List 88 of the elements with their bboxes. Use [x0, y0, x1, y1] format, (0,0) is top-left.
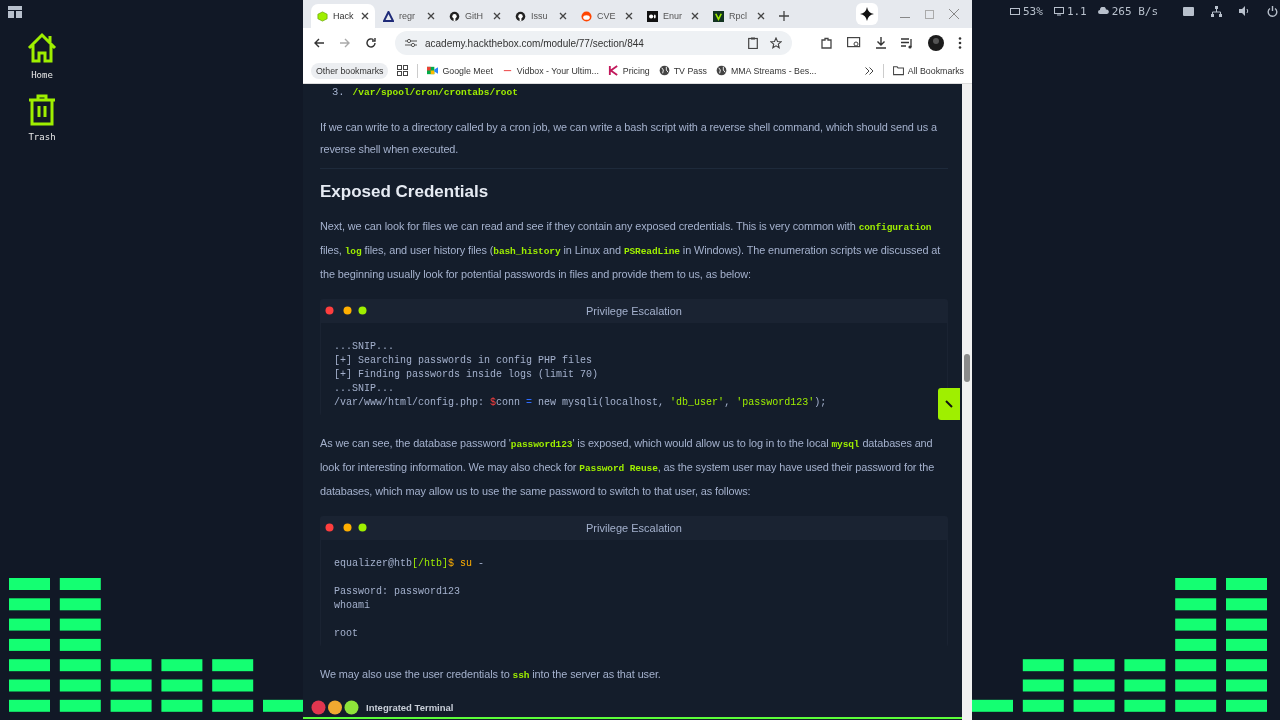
round-logo-icon	[581, 10, 592, 22]
globe-icon[interactable]	[658, 65, 670, 76]
video-camera-icon[interactable]	[427, 65, 439, 76]
close-icon[interactable]	[427, 12, 435, 20]
triangle-icon	[383, 10, 394, 22]
monitor-icon	[1053, 6, 1064, 16]
clipboard-icon[interactable]	[748, 37, 758, 49]
side-toggle[interactable]	[938, 388, 960, 420]
power-icon[interactable]	[1267, 5, 1279, 17]
paragraph: We may also use the user credentials to ssh into the server as that user.	[320, 667, 662, 683]
folder-icon[interactable]	[892, 65, 904, 76]
reload-icon[interactable]	[365, 37, 377, 49]
browser-tab[interactable]: Hack	[311, 4, 375, 28]
cube-icon	[317, 10, 328, 22]
bookmark[interactable]: Vidbox - Your Ultim...	[516, 65, 599, 76]
bookmark[interactable]: TV Pass	[673, 65, 707, 76]
desktop-icon-label[interactable]: Trash	[28, 132, 56, 142]
bookmark[interactable]: Google Meet	[442, 65, 493, 76]
trash-icon[interactable]	[26, 94, 58, 126]
terminal-bar[interactable]: Integrated Terminal	[303, 697, 962, 719]
site-settings-icon[interactable]	[405, 38, 417, 48]
network-icon[interactable]	[1211, 5, 1223, 17]
code-line: Password: password123	[334, 586, 461, 597]
browser-tab[interactable]: CVE	[575, 4, 639, 28]
code-line: [+] Finding passwords inside logs (limit 70)	[334, 369, 599, 380]
browser-tab[interactable]: Enur	[641, 4, 705, 28]
battery-status: 53%	[1023, 4, 1043, 18]
avatar-icon[interactable]	[928, 35, 944, 51]
home-icon[interactable]	[26, 32, 58, 64]
star-icon[interactable]	[770, 37, 782, 49]
close-icon[interactable]	[559, 12, 567, 20]
apps-icon[interactable]	[397, 65, 409, 76]
cat-logo-icon	[515, 10, 526, 22]
chevron-icon[interactable]	[864, 66, 874, 75]
code-line: [+] Searching passwords in config PHP files	[334, 355, 593, 366]
code-block-title: Privilege Escalation	[586, 522, 682, 534]
close-icon[interactable]	[493, 12, 501, 20]
window-dots-icon	[311, 699, 359, 715]
browser-tab[interactable]: regr	[377, 4, 441, 28]
more-icon[interactable]	[958, 37, 962, 49]
square-logo-icon	[713, 10, 724, 22]
media-icon[interactable]	[901, 37, 914, 49]
scrollbar[interactable]	[962, 84, 972, 720]
back-icon[interactable]	[313, 37, 325, 49]
code-line: equalizer@htb[/htb]$ su -	[334, 558, 485, 569]
close-icon[interactable]	[625, 12, 633, 20]
new-tab-icon[interactable]	[779, 11, 789, 21]
screen-search-icon[interactable]	[847, 37, 861, 49]
load-status: 1.1	[1066, 4, 1087, 18]
browser-tab[interactable]: Rpcl	[707, 4, 771, 28]
cat-logo-icon	[449, 10, 460, 22]
browser-tab[interactable]: GitH	[443, 4, 507, 28]
window-dots-icon	[325, 306, 367, 315]
code-block-title: Privilege Escalation	[586, 305, 682, 317]
network-status: 265 B/s	[1111, 4, 1159, 18]
sparkle-icon[interactable]	[856, 3, 878, 25]
square-logo-icon	[647, 10, 658, 22]
close-icon[interactable]	[361, 12, 369, 20]
volume-icon[interactable]	[1239, 6, 1251, 16]
bookmark[interactable]: MMA Streams - Bes...	[730, 65, 817, 76]
window-icon[interactable]	[1183, 6, 1195, 16]
paragraph: If we can write to a directory called by a cron job, we can write a bash script with a reverse shell command, which should send us a reverse shell when executed.	[320, 120, 938, 157]
close-icon[interactable]	[757, 12, 765, 20]
list-number: 3.	[332, 86, 345, 98]
terminal-label[interactable]: Integrated Terminal	[366, 701, 454, 713]
window-dots-icon	[325, 523, 367, 532]
code-line: ...SNIP...	[334, 341, 394, 352]
code-line: whoami	[334, 600, 370, 611]
extension-icon[interactable]	[820, 36, 833, 50]
bookmark[interactable]: Pricing	[622, 65, 650, 76]
minimize-icon[interactable]	[900, 17, 910, 19]
k-logo-icon[interactable]	[607, 65, 619, 76]
section-heading: Exposed Credentials	[320, 181, 490, 203]
desktop-icon-label[interactable]: Home	[31, 70, 53, 80]
cloud-icon	[1097, 7, 1109, 15]
bookmark-folder[interactable]: All Bookmarks	[907, 65, 964, 76]
browser-tab[interactable]: Issu	[509, 4, 573, 28]
layout-icon[interactable]	[8, 6, 22, 18]
close-icon[interactable]	[691, 12, 699, 20]
code-line: ...SNIP...	[334, 383, 394, 394]
code-line: /var/www/html/config.php: $conn = new mysqli(localhost, 'db_user', 'password123');	[334, 397, 827, 408]
code-line: root	[334, 628, 358, 639]
pencil-icon	[945, 400, 953, 408]
globe-icon[interactable]	[715, 65, 727, 76]
download-icon[interactable]	[875, 37, 887, 49]
inline-code: /var/spool/cron/crontabs/root	[352, 87, 518, 98]
bookmark-folder[interactable]: Other bookmarks	[311, 62, 389, 79]
battery-icon	[1010, 7, 1020, 15]
